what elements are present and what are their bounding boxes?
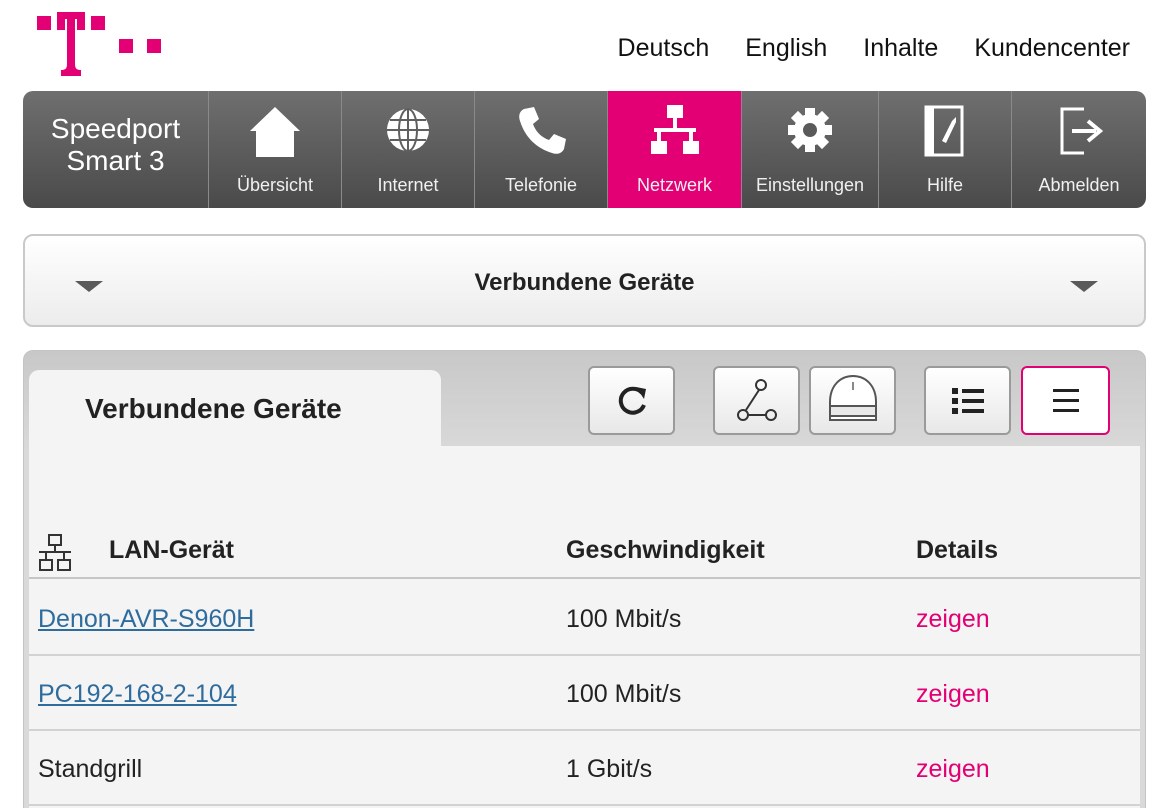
refresh-button[interactable] (588, 366, 675, 435)
main-nav: Speedport Smart 3 Übersicht Internet Tele… (23, 91, 1146, 208)
phone-icon (519, 107, 566, 154)
device-name-link[interactable]: Denon-AVR-S960H (38, 605, 254, 634)
device-speed: 100 Mbit/s (566, 605, 682, 633)
details-link[interactable]: zeigen (916, 680, 990, 709)
nav-item-label: Hilfe (926, 175, 963, 195)
compact-view-button[interactable] (1021, 366, 1110, 435)
contents-link[interactable]: Inhalte (863, 34, 938, 63)
nav-item-einstellungen[interactable]: Einstellungen (742, 91, 879, 208)
table-row: Denon-AVR-S960H 100 Mbit/s zeigen (29, 581, 1140, 656)
customer-center-link[interactable]: Kundencenter (974, 34, 1130, 63)
router-icon (828, 374, 877, 421)
nav-item-netzwerk[interactable]: Netzwerk (608, 91, 742, 208)
refresh-icon (618, 386, 646, 415)
nav-item-label: Abmelden (1038, 175, 1120, 195)
device-name-link[interactable]: PC192-168-2-104 (38, 680, 237, 709)
menu-icon (1052, 388, 1079, 412)
nav-item-internet[interactable]: Internet (342, 91, 475, 208)
devices-panel: Verbundene Geräte LAN-Gerät Geschwindigk… (23, 350, 1146, 808)
nav-item-uebersicht[interactable]: Übersicht (209, 91, 342, 208)
list-icon (951, 387, 984, 414)
topology-view-button[interactable] (713, 366, 800, 435)
top-links: Deutsch English Inhalte Kundencenter (618, 34, 1130, 63)
gear-icon (788, 108, 832, 152)
nav-item-telefonie[interactable]: Telefonie (475, 91, 608, 208)
lan-network-icon (39, 534, 71, 571)
details-link[interactable]: zeigen (916, 755, 990, 784)
language-deutsch-link[interactable]: Deutsch (618, 34, 710, 63)
logout-icon (1060, 107, 1104, 155)
globe-icon (387, 108, 429, 152)
product-name-line2: Smart 3 (66, 144, 165, 176)
tab-verbundene-geraete[interactable]: Verbundene Geräte (29, 370, 441, 446)
details-link[interactable]: zeigen (916, 605, 990, 634)
table-header: LAN-Gerät Geschwindigkeit Details (29, 516, 1140, 579)
network-icon (650, 105, 699, 154)
nav-item-label: Übersicht (236, 175, 314, 195)
collapse-right-arrow-icon[interactable] (1070, 281, 1098, 292)
telekom-logo[interactable] (37, 12, 167, 76)
nav-item-hilfe[interactable]: Hilfe (879, 91, 1012, 208)
device-name: Standgrill (38, 755, 143, 783)
nav-item-label: Netzwerk (636, 175, 712, 195)
table-row: Standgrill 1 Gbit/s zeigen (29, 731, 1140, 806)
devices-table: LAN-Gerät Geschwindigkeit Details Denon-… (29, 446, 1140, 808)
router-view-button[interactable] (809, 366, 896, 435)
topology-icon (736, 378, 777, 421)
home-icon (250, 107, 300, 157)
section-header: Verbundene Geräte (23, 234, 1146, 327)
column-header-details: Details (916, 536, 998, 564)
column-header-device: LAN-Gerät (109, 536, 235, 564)
device-speed: 100 Mbit/s (566, 680, 682, 708)
nav-item-label: Einstellungen (755, 175, 865, 195)
help-book-icon (924, 105, 964, 157)
section-title: Verbundene Geräte (474, 269, 695, 296)
nav-item-label: Internet (377, 175, 439, 195)
list-view-button[interactable] (924, 366, 1011, 435)
language-english-link[interactable]: English (745, 34, 827, 63)
table-row: PC192-168-2-104 100 Mbit/s zeigen (29, 656, 1140, 731)
nav-item-abmelden[interactable]: Abmelden (1012, 91, 1146, 208)
device-speed: 1 Gbit/s (566, 755, 653, 783)
product-name: Speedport Smart 3 (23, 91, 209, 208)
column-header-speed: Geschwindigkeit (566, 536, 765, 564)
nav-item-label: Telefonie (504, 175, 578, 195)
product-name-line1: Speedport (50, 112, 181, 144)
